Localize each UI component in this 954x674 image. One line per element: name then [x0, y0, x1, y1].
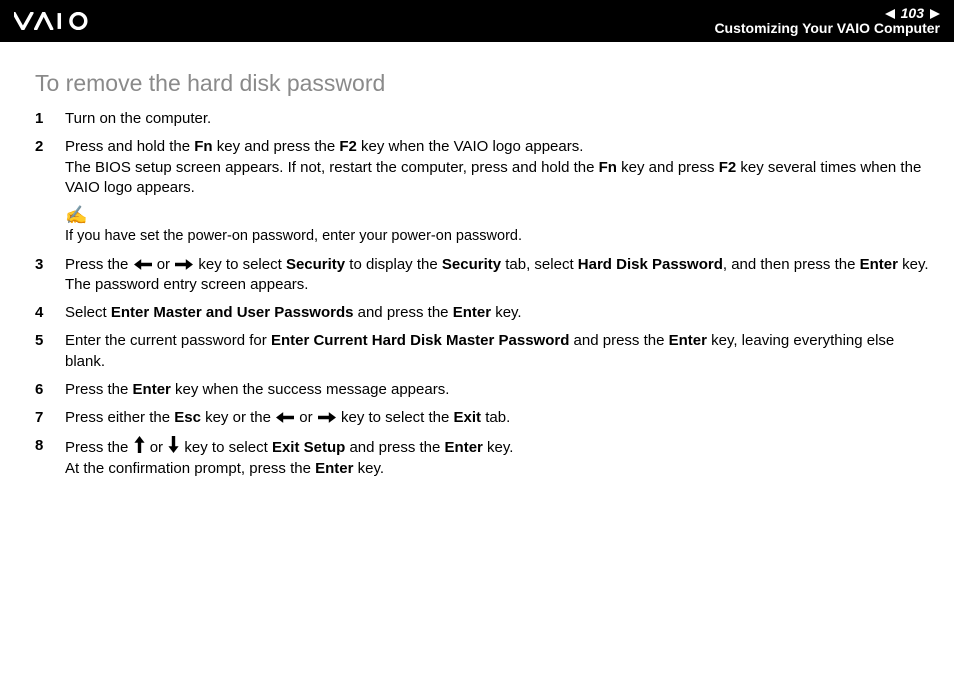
- nav-next-icon[interactable]: [930, 9, 940, 19]
- step-body: Enter the current password for Enter Cur…: [65, 331, 929, 372]
- note-text: If you have set the power-on password, e…: [65, 228, 522, 244]
- note: ✍ If you have set the power-on password,…: [65, 206, 929, 247]
- section-name: Customizing Your VAIO Computer: [714, 21, 940, 36]
- step-number: 8: [35, 436, 65, 456]
- step-body: Press the or key to select Exit Setup an…: [65, 436, 929, 479]
- step-number: 7: [35, 408, 65, 428]
- page-number: 103: [901, 6, 924, 21]
- step-4: 4 Select Enter Master and User Passwords…: [35, 303, 929, 323]
- step-number: 5: [35, 331, 65, 351]
- header-bar: 103 Customizing Your VAIO Computer: [0, 0, 954, 42]
- arrow-down-icon: [168, 436, 179, 453]
- step-6: 6 Press the Enter key when the success m…: [35, 380, 929, 400]
- step-8: 8 Press the or key to select Exit Setup …: [35, 436, 929, 479]
- step-body: Press the or key to select Security to d…: [65, 255, 929, 296]
- steps-list: 1 Turn on the computer. 2 Press and hold…: [35, 109, 929, 198]
- step-1: 1 Turn on the computer.: [35, 109, 929, 129]
- arrow-right-icon: [175, 259, 193, 270]
- step-3: 3 Press the or key to select Security to…: [35, 255, 929, 296]
- content: To remove the hard disk password 1 Turn …: [0, 42, 954, 479]
- step-body: Select Enter Master and User Passwords a…: [65, 303, 929, 323]
- step-body: Press and hold the Fn key and press the …: [65, 137, 929, 198]
- step-number: 2: [35, 137, 65, 157]
- step-number: 4: [35, 303, 65, 323]
- step-number: 1: [35, 109, 65, 129]
- page-nav: 103: [714, 6, 940, 21]
- vaio-logo: [14, 12, 113, 30]
- page-title: To remove the hard disk password: [35, 68, 929, 99]
- step-5: 5 Enter the current password for Enter C…: [35, 331, 929, 372]
- step-number: 3: [35, 255, 65, 275]
- step-body: Press the Enter key when the success mes…: [65, 380, 929, 400]
- steps-list-cont: 3 Press the or key to select Security to…: [35, 255, 929, 479]
- header-right: 103 Customizing Your VAIO Computer: [714, 6, 940, 35]
- step-number: 6: [35, 380, 65, 400]
- note-icon: ✍: [65, 206, 929, 224]
- arrow-right-icon: [318, 412, 336, 423]
- nav-prev-icon[interactable]: [885, 9, 895, 19]
- step-7: 7 Press either the Esc key or the or key…: [35, 408, 929, 428]
- arrow-up-icon: [134, 436, 145, 453]
- arrow-left-icon: [134, 259, 152, 270]
- arrow-left-icon: [276, 412, 294, 423]
- step-body: Turn on the computer.: [65, 109, 929, 129]
- step-body: Press either the Esc key or the or key t…: [65, 408, 929, 428]
- step-2: 2 Press and hold the Fn key and press th…: [35, 137, 929, 198]
